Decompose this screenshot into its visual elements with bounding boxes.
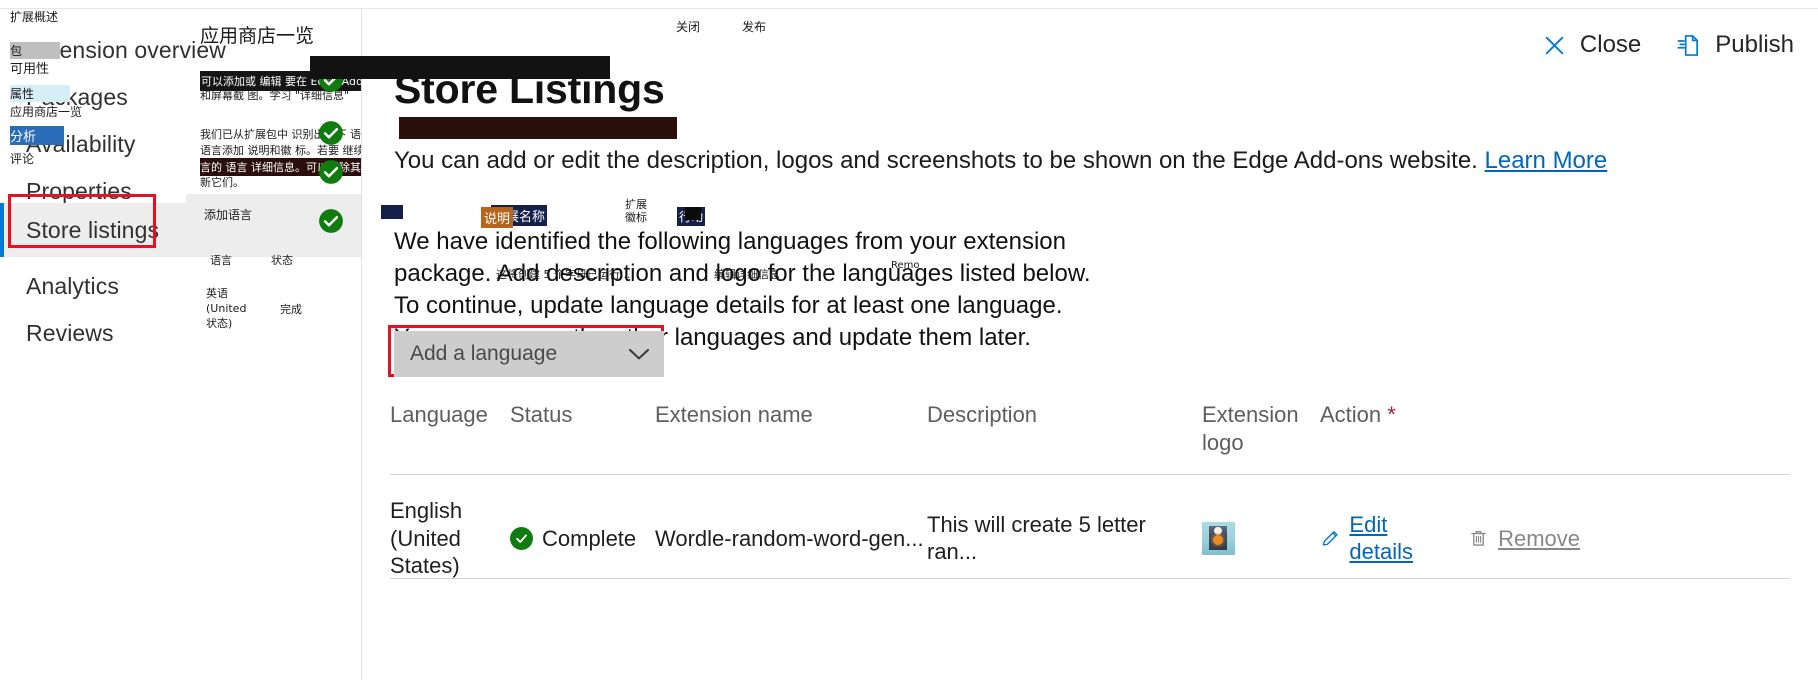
column-header-action: Action * — [1320, 401, 1580, 429]
sidebar-item-label: Packages — [26, 83, 128, 110]
store-listings-table: Language Status Extension name Descripti… — [390, 401, 1790, 604]
ghost-row-status: 完成 — [280, 303, 302, 316]
column-header-extension-name: Extension name — [655, 402, 813, 427]
add-language-highlight-box: Add a language — [388, 325, 664, 377]
close-button-label: Close — [1579, 31, 1642, 58]
ghost-row-language: 英语 (United 状态) — [206, 287, 247, 330]
trash-icon — [1471, 530, 1486, 546]
cell-extension-name: Wordle-random-word-gen... — [655, 525, 924, 551]
table-header-row: Language Status Extension name Descripti… — [390, 401, 1790, 474]
ghost-paragraph-2-line-4: 新它们。 — [200, 176, 244, 189]
close-button[interactable]: Close — [1542, 31, 1641, 59]
remove-label: Remove — [1498, 525, 1580, 551]
required-asterisk: * — [1387, 402, 1396, 427]
close-icon — [1545, 36, 1564, 54]
column-header-language: Language — [390, 402, 488, 427]
publish-button-label: Publish — [1715, 31, 1794, 58]
check-glyph — [516, 534, 527, 543]
column-header-description: Description — [927, 402, 1038, 427]
ghost-paragraph-2-line-3: 言的 语言 详细信息。可以删除其他 语言, 并在以后更 — [200, 158, 361, 176]
ghost-paragraph-2-line-2: 语言添加 说明和徽 标。若要 继续, 请更新至少一 种 语 — [200, 144, 361, 157]
ghost-page-title: 应用商店一览 — [200, 25, 315, 47]
column-header-extension-logo: Extension logo — [1202, 402, 1299, 455]
extension-logo-thumbnail — [1202, 521, 1235, 555]
command-bar: Close Publish — [1542, 31, 1794, 59]
ghost-col-language: 语言 — [210, 254, 232, 267]
sidebar-item-label: Store listings — [26, 216, 160, 243]
edit-details-label: Edit details — [1349, 511, 1414, 565]
cell-status-label: Complete — [542, 525, 637, 551]
pencil-icon — [1322, 530, 1338, 546]
sidebar-item-label: Availability — [26, 130, 136, 157]
cell-description: This will create 5 letter ran... — [927, 511, 1146, 565]
ghost-paragraph-2-line-1: 我们已从扩展包中 识别出以下 语言。为下面列出的 — [200, 128, 361, 141]
publish-button[interactable]: Publish — [1675, 31, 1794, 59]
intro-paragraph-text: You can add or edit the description, log… — [394, 147, 1485, 174]
table-row-divider — [390, 578, 1790, 579]
add-language-dropdown-placeholder: Add a language — [410, 342, 558, 365]
chevron-down-icon — [628, 348, 650, 360]
ghost-paragraph-1-line-2: 和屏幕截 图。学习 "详细信息" — [200, 89, 350, 102]
column-header-status: Status — [510, 402, 573, 427]
sidebar-item-label: Properties — [26, 177, 132, 204]
remove-button[interactable]: Remove — [1468, 525, 1580, 553]
translation-ghost-panel: 应用商店一览 可以添加或 编辑 要在 Edge Add-owns 网站上 显示的… — [186, 9, 361, 680]
ghost-paragraph-1-line-1: 可以添加或 编辑 要在 Edge Add-owns 网站上 显示的 说明、徽标 — [200, 71, 361, 91]
column-header-action-label: Action — [1320, 402, 1382, 427]
cell-extension-logo — [1202, 521, 1320, 555]
intro-paragraph: You can add or edit the description, log… — [394, 145, 1764, 177]
table-row: English (United States) Complete Wordle-… — [390, 475, 1790, 604]
ghost-col-status: 状态 — [271, 254, 293, 267]
main-content: Close Publish Store Listings You can add… — [362, 9, 1818, 680]
cell-status: Complete — [510, 525, 655, 553]
sidebar-item-label: Analytics — [26, 272, 119, 299]
sidebar-item-label: Reviews — [26, 319, 114, 346]
ghost-add-language-label: 添加语言 — [204, 208, 253, 222]
check-circle-icon — [510, 526, 533, 550]
cell-action: Edit details Remove — [1320, 511, 1580, 566]
add-language-dropdown[interactable]: Add a language — [394, 331, 664, 377]
learn-more-link[interactable]: Learn More — [1485, 147, 1608, 174]
page-title: Store Listings — [394, 66, 665, 113]
edit-details-button[interactable]: Edit details — [1320, 511, 1454, 566]
publish-icon — [1677, 34, 1699, 56]
cell-language: English (United States) — [390, 498, 463, 578]
